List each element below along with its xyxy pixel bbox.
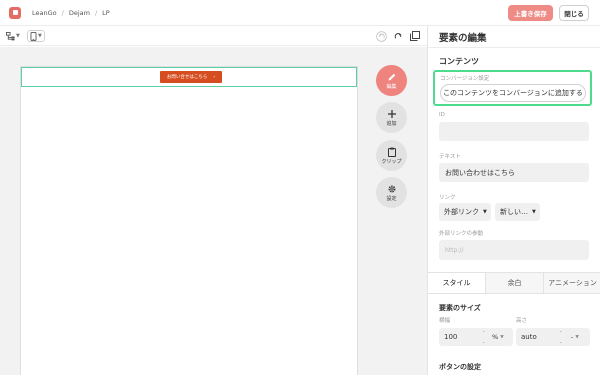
top-bar: LeanGo / Dejam / LP 上書き保存 閉じる: [0, 0, 600, 26]
external-link-label: 外部リンクの参動: [439, 231, 484, 237]
link-type-select[interactable]: 外部リンク ▼: [439, 203, 491, 221]
clip-fab-label: クリップ: [381, 158, 402, 165]
redo-button[interactable]: [393, 30, 404, 42]
breadcrumb: LeanGo / Dejam / LP: [32, 9, 110, 17]
height-value: auto: [521, 333, 537, 341]
chevron-down-icon: ▼: [16, 33, 20, 39]
editor-toolbar: ▼ ▼: [0, 26, 427, 46]
stepper-up-icon[interactable]: ⌃: [482, 330, 488, 335]
pencil-icon: [388, 73, 395, 80]
mobile-device-icon: [30, 31, 37, 41]
add-fab-label: 追加: [386, 120, 397, 127]
plus-icon: [387, 109, 396, 118]
width-value: 100: [444, 333, 458, 341]
chevron-down-icon: ▼: [38, 33, 42, 39]
add-to-conversion-button[interactable]: このコンテンツをコンバージョンに追加する: [440, 84, 586, 102]
content-section-title: コンテンツ: [439, 57, 479, 66]
redo-icon: [394, 32, 402, 39]
chevron-down-icon: ▼: [575, 334, 579, 340]
panel-title: 要素の編集: [439, 33, 487, 44]
settings-fab[interactable]: 設定: [376, 177, 407, 208]
copy-window-icon: [410, 31, 420, 41]
conversion-setting-box: コンバージョン設定 このコンテンツをコンバージョンに追加する: [433, 70, 592, 106]
id-label: ID: [439, 112, 445, 118]
element-size-title: 要素のサイズ: [439, 304, 481, 312]
link-target-value: 新しい…: [500, 208, 528, 216]
tab-animation[interactable]: アニメーション: [543, 273, 600, 293]
width-label: 横幅: [439, 318, 451, 324]
contact-cta-button[interactable]: お問い合せはこちら ›: [160, 71, 222, 83]
breadcrumb-item[interactable]: Dejam: [69, 9, 90, 17]
breadcrumb-item[interactable]: LeanGo: [32, 9, 57, 17]
height-unit-value: -: [571, 333, 574, 341]
element-edit-panel: 要素の編集 コンテンツ コンバージョン設定 このコンテンツをコンバージョンに追加…: [427, 26, 600, 375]
height-stepper[interactable]: ⌃ ⌄: [559, 330, 565, 344]
height-input[interactable]: auto ⌃ ⌄ - ▼: [516, 328, 590, 346]
width-unit-select[interactable]: % ▼: [492, 328, 504, 346]
breadcrumb-item[interactable]: LP: [102, 9, 110, 17]
save-button[interactable]: 上書き保存: [508, 5, 553, 21]
settings-fab-label: 設定: [386, 195, 397, 202]
conversion-label: コンバージョン設定: [440, 76, 490, 82]
id-input[interactable]: [439, 122, 589, 141]
text-input[interactable]: お問い合わせはこちら: [439, 163, 589, 182]
link-label: リンク: [439, 195, 456, 201]
chevron-right-icon: ›: [213, 74, 216, 80]
width-input[interactable]: 100 ⌃ ⌄ % ▼: [439, 328, 513, 346]
tab-style[interactable]: スタイル: [428, 273, 485, 293]
chevron-down-icon: ▼: [483, 209, 487, 215]
undo-icon: [376, 30, 387, 42]
editor-canvas: お問い合せはこちら ›: [0, 47, 427, 375]
divider: [428, 47, 600, 48]
panel-tabs: スタイル 余白 アニメーション: [428, 272, 600, 294]
link-type-value: 外部リンク: [444, 208, 479, 216]
structure-menu[interactable]: ▼: [6, 30, 20, 42]
button-settings-title: ボタンの設定: [439, 363, 481, 371]
breadcrumb-separator: /: [94, 8, 98, 17]
page-preview[interactable]: お問い合せはこちら ›: [20, 66, 358, 375]
cta-label: お問い合せはこちら: [166, 75, 208, 80]
app-logo[interactable]: [9, 6, 21, 19]
hierarchy-icon: [6, 31, 15, 40]
stepper-down-icon[interactable]: ⌄: [482, 339, 488, 344]
stepper-down-icon[interactable]: ⌄: [559, 339, 565, 344]
height-unit-select[interactable]: - ▼: [571, 328, 579, 346]
tab-margin[interactable]: 余白: [485, 273, 543, 293]
external-link-input[interactable]: http://: [439, 240, 589, 260]
selected-button-block[interactable]: お問い合せはこちら ›: [21, 67, 357, 87]
chevron-down-icon: ▼: [532, 209, 536, 215]
height-label: 高さ: [516, 318, 528, 324]
clipboard-icon: [387, 147, 396, 157]
edit-fab[interactable]: 編集: [376, 65, 407, 96]
device-selector[interactable]: ▼: [27, 30, 45, 42]
width-unit-value: %: [492, 333, 499, 341]
clip-fab[interactable]: クリップ: [376, 140, 407, 171]
text-label: テキスト: [439, 154, 461, 160]
width-stepper[interactable]: ⌃ ⌄: [482, 330, 488, 344]
undo-button[interactable]: [376, 30, 387, 42]
preview-button[interactable]: [410, 30, 420, 42]
chevron-down-icon: ▼: [500, 334, 504, 340]
close-button[interactable]: 閉じる: [559, 5, 589, 21]
breadcrumb-separator: /: [61, 8, 64, 17]
edit-fab-label: 編集: [386, 83, 397, 90]
add-fab[interactable]: 追加: [376, 102, 407, 133]
link-target-select[interactable]: 新しい… ▼: [495, 203, 540, 221]
gear-icon: [388, 185, 395, 192]
stepper-up-icon[interactable]: ⌃: [559, 330, 565, 335]
